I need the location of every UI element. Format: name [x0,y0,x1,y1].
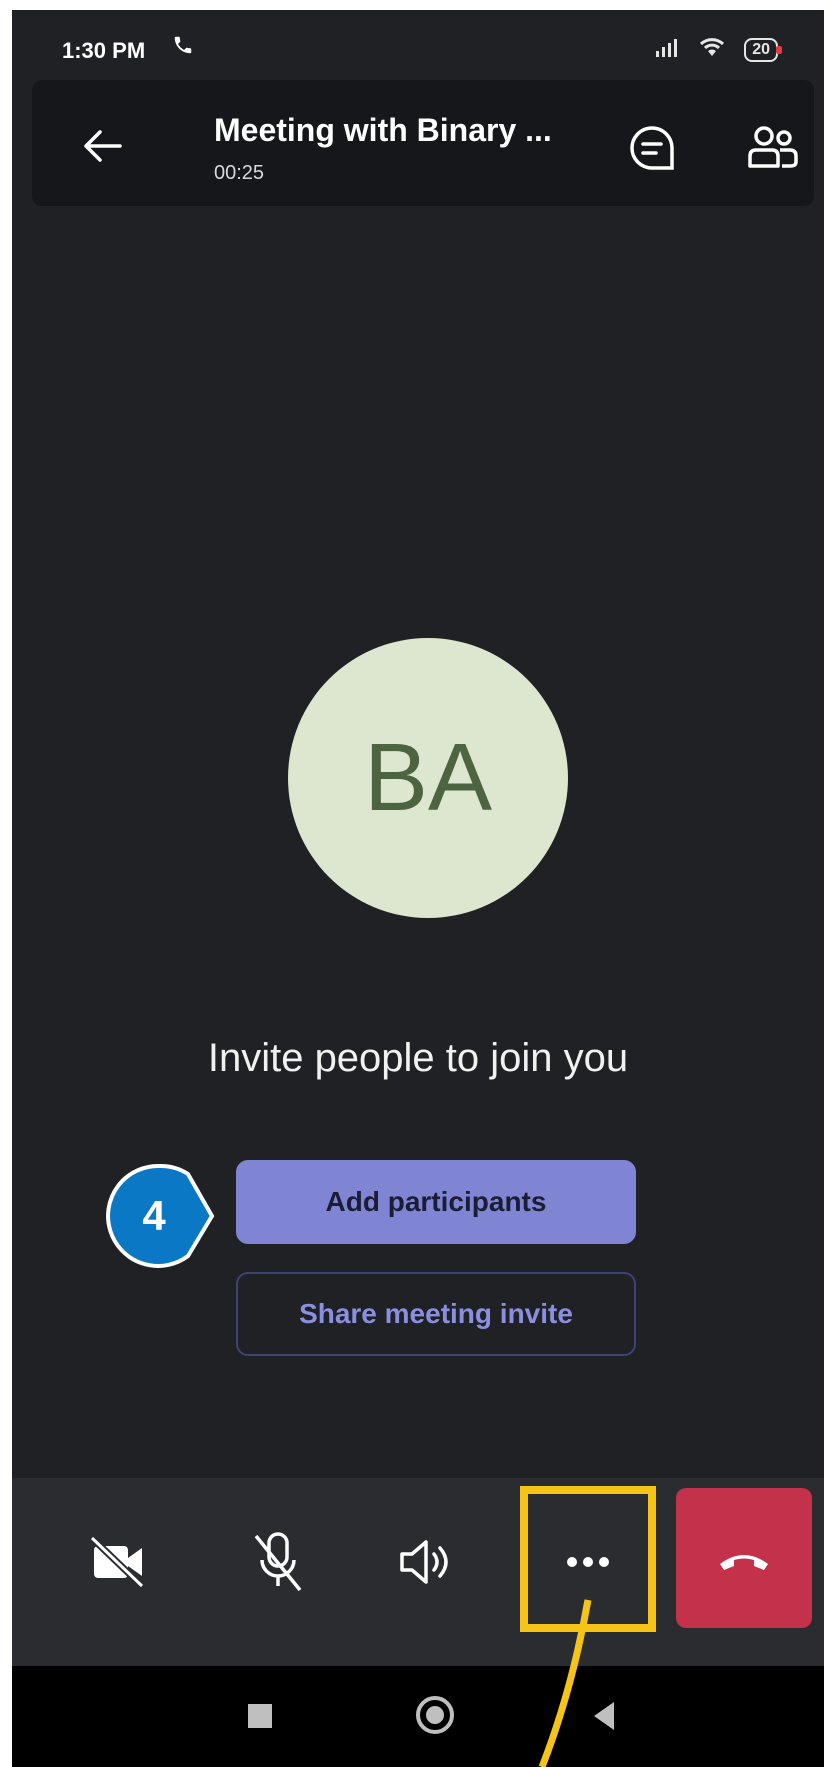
add-participants-button[interactable]: Add participants [236,1160,636,1244]
camera-toggle-button[interactable] [78,1522,158,1602]
speaker-icon [400,1540,448,1584]
home-button[interactable] [416,1696,454,1734]
wifi-icon [698,36,726,64]
hang-up-icon [720,1555,768,1570]
people-icon [748,126,798,168]
status-bar: 1:30 PM 20 [12,10,824,76]
recents-button[interactable] [248,1704,272,1728]
meeting-timer: 00:25 [214,162,265,184]
invite-message: Invite people to join you [207,1036,629,1080]
participants-button[interactable] [742,120,802,176]
home-circle-icon [426,1706,444,1724]
mute-toggle-button[interactable] [238,1522,318,1602]
hang-up-button[interactable] [676,1488,812,1628]
call-controls-bar [12,1478,824,1666]
meeting-header: Meeting with Binary ... 00:25 [32,80,814,206]
meeting-title: Meeting with Binary ... [214,112,552,148]
ongoing-call-icon [172,34,194,62]
participant-avatar: BA [288,638,568,918]
video-off-icon [89,1535,145,1589]
signal-icon [654,37,680,63]
step-number: 4 [142,1192,166,1239]
battery-indicator: 20 [744,38,782,62]
back-button[interactable] [76,120,128,172]
chat-icon [630,126,674,170]
system-navigation-bar [12,1666,824,1767]
phone-screen: 1:30 PM 20 Meeting with Binary ... 00:25 [12,10,824,1767]
share-meeting-invite-button[interactable]: Share meeting invite [236,1272,636,1356]
chat-button[interactable] [626,122,678,174]
status-indicators: 20 [654,36,782,64]
status-time: 1:30 PM [62,38,146,63]
mic-off-icon [254,1532,302,1592]
highlight-box [520,1486,656,1632]
system-back-button[interactable] [594,1702,614,1730]
back-arrow-icon [84,130,122,162]
speaker-button[interactable] [388,1522,468,1602]
